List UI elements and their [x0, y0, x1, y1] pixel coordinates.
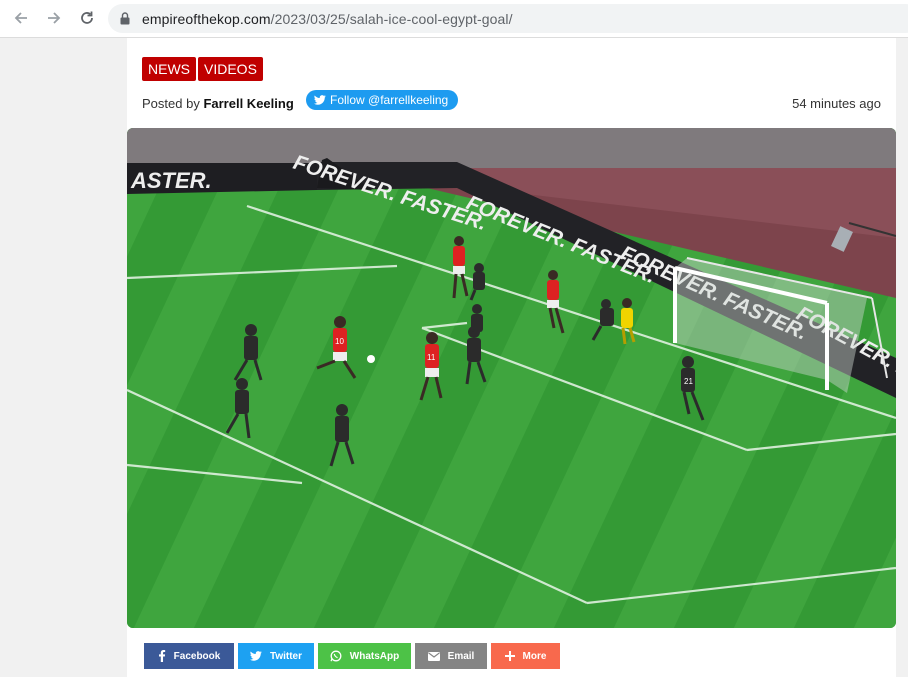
forward-button[interactable]: [43, 7, 65, 29]
author-name[interactable]: Farrell Keeling: [203, 96, 293, 111]
tag-news[interactable]: NEWS: [142, 57, 196, 81]
share-email-button[interactable]: Email: [415, 643, 487, 669]
share-whatsapp-label: WhatsApp: [349, 650, 400, 662]
share-whatsapp-button[interactable]: WhatsApp: [318, 643, 411, 669]
url-domain: empireofthekop.com: [142, 11, 271, 27]
reload-icon: [81, 11, 93, 24]
back-arrow-icon: [14, 12, 27, 24]
twitter-icon: [314, 95, 326, 105]
url-text: empireofthekop.com/2023/03/25/salah-ice-…: [142, 11, 513, 27]
facebook-icon: [158, 650, 165, 662]
share-twitter-button[interactable]: Twitter: [238, 643, 314, 669]
lock-icon: [120, 12, 130, 25]
follow-label: Follow @farrellkeeling: [330, 93, 449, 107]
url-path: /2023/03/25/salah-ice-cool-egypt-goal/: [270, 11, 513, 27]
ball: [367, 355, 375, 363]
post-time: 54 minutes ago: [792, 96, 881, 111]
article-column: NEWS VIDEOS Posted by Farrell Keeling Fo…: [127, 38, 896, 677]
plus-icon: [504, 651, 515, 661]
address-bar[interactable]: empireofthekop.com/2023/03/25/salah-ice-…: [108, 4, 908, 33]
ad-board-text-left: ASTER.: [130, 168, 212, 193]
match-image[interactable]: ASTER. FOREVER. FASTER. FOREVER. FASTER.…: [127, 128, 896, 628]
jersey-number-a: 10: [335, 337, 344, 346]
reload-button[interactable]: [76, 7, 98, 29]
whatsapp-icon: [330, 650, 342, 662]
headline-clipped: [127, 38, 896, 44]
twitter-icon: [249, 651, 262, 661]
back-button[interactable]: [10, 7, 32, 29]
share-bar: Facebook Twitter WhatsApp Email More: [144, 643, 560, 669]
share-facebook-label: Facebook: [173, 650, 221, 662]
byline: Posted by Farrell Keeling: [142, 96, 294, 111]
jersey-number-b: 11: [427, 353, 436, 362]
browser-toolbar: empireofthekop.com/2023/03/25/salah-ice-…: [0, 0, 908, 38]
forward-arrow-icon: [48, 12, 61, 24]
email-icon: [427, 651, 440, 661]
share-twitter-label: Twitter: [269, 650, 303, 662]
twitter-follow-button[interactable]: Follow @farrellkeeling: [306, 90, 459, 110]
posted-by-prefix: Posted by: [142, 96, 200, 111]
share-facebook-button[interactable]: Facebook: [144, 643, 234, 669]
football-pitch-scene: ASTER. FOREVER. FASTER. FOREVER. FASTER.…: [127, 128, 896, 628]
share-more-label: More: [522, 650, 547, 662]
jersey-number-c: 21: [684, 377, 693, 386]
tag-videos[interactable]: VIDEOS: [198, 57, 263, 81]
share-email-label: Email: [447, 650, 475, 662]
share-more-button[interactable]: More: [491, 643, 560, 669]
